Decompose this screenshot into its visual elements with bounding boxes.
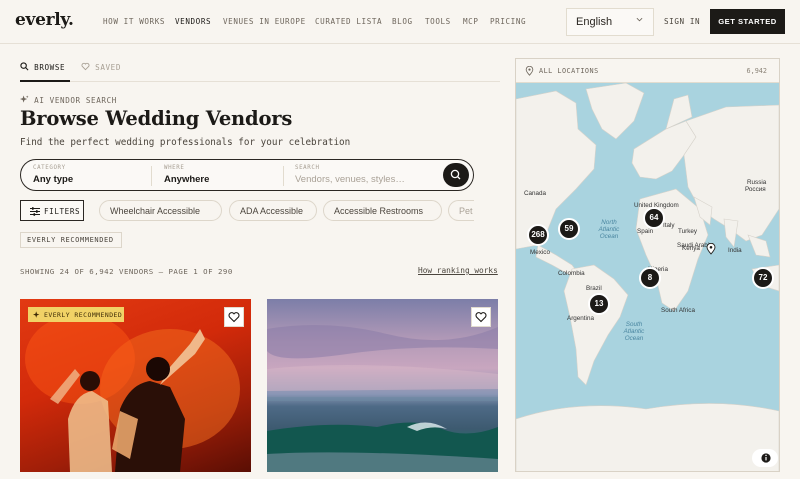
nav-tools[interactable]: TOOLS xyxy=(425,17,451,26)
sliders-icon xyxy=(30,207,40,216)
nav-venues-in-europe[interactable]: VENUES IN EUROPE xyxy=(223,17,306,26)
chip-ada-accessible[interactable]: ADA Accessible xyxy=(229,200,317,221)
search-placeholder: Vendors, venues, styles… xyxy=(295,174,405,185)
map-label: Russia xyxy=(747,179,767,186)
search-icon xyxy=(450,169,461,180)
map-label: Spain xyxy=(637,228,654,235)
map-location-count: 6,942 xyxy=(746,67,767,75)
ai-search-label: AI VENDOR SEARCH xyxy=(20,95,117,105)
location-pin-icon xyxy=(525,66,534,76)
map-label: Kenya xyxy=(682,245,700,252)
search-icon xyxy=(20,62,29,71)
filters-button-label: FILTERS xyxy=(44,207,81,216)
everly-recommended-filter[interactable]: EVERLY RECOMMENDED xyxy=(20,232,122,248)
chip-accessible-restrooms[interactable]: Accessible Restrooms xyxy=(323,200,442,221)
nav-pricing[interactable]: PRICING xyxy=(490,17,526,26)
divider xyxy=(283,166,284,186)
tab-saved[interactable]: SAVED xyxy=(81,62,121,72)
page-subtitle: Find the perfect wedding professionals f… xyxy=(20,137,351,148)
chip-pet[interactable]: Pet xyxy=(448,200,474,221)
active-tab-indicator xyxy=(20,80,70,82)
save-button[interactable] xyxy=(471,307,491,327)
heart-icon xyxy=(475,312,487,323)
view-tabs: BROWSE SAVED xyxy=(20,58,500,82)
vendor-map[interactable]: ALL LOCATIONS 6,942 United Kingdom Russi… xyxy=(515,58,780,472)
filters-button[interactable]: FILTERS xyxy=(20,200,84,221)
search-button[interactable] xyxy=(443,163,469,187)
map-pin-icon[interactable] xyxy=(706,243,716,255)
where-field[interactable]: WHERE Anywhere xyxy=(164,165,209,185)
map-cluster[interactable]: 64 xyxy=(643,207,665,229)
tab-saved-label: SAVED xyxy=(95,63,122,72)
page-title: Browse Wedding Vendors xyxy=(20,107,293,130)
map-info-button[interactable] xyxy=(752,449,778,467)
nav-how-it-works[interactable]: HOW IT WORKS xyxy=(103,17,165,26)
vendor-card[interactable]: EVERLY RECOMMENDED xyxy=(20,299,251,472)
divider xyxy=(151,166,152,186)
everly-recommended-badge: EVERLY RECOMMENDED xyxy=(28,307,124,322)
nav-blog[interactable]: BLOG xyxy=(392,17,413,26)
tab-browse-label: BROWSE xyxy=(34,63,66,72)
ocean-label: South Atlantic Ocean xyxy=(623,321,645,342)
vendor-card[interactable] xyxy=(267,299,498,472)
heart-icon xyxy=(81,62,90,71)
save-button[interactable] xyxy=(224,307,244,327)
category-label: CATEGORY xyxy=(33,165,66,171)
heart-icon xyxy=(228,312,240,323)
map-label: India xyxy=(728,247,742,254)
map-label: Mexico xyxy=(530,249,550,256)
map-header: ALL LOCATIONS 6,942 xyxy=(516,59,779,83)
language-select[interactable]: English xyxy=(566,8,654,36)
how-ranking-works-link[interactable]: How ranking works xyxy=(418,266,498,275)
map-cluster[interactable]: 8 xyxy=(639,267,661,289)
ocean-label: North Atlantic Ocean xyxy=(598,219,620,240)
map-label: Brazil xyxy=(586,285,602,292)
sparkle-icon xyxy=(33,310,40,318)
language-value: English xyxy=(576,16,613,28)
map-label: Canada xyxy=(524,190,547,197)
map-cluster[interactable]: 72 xyxy=(752,267,774,289)
sign-in-link[interactable]: SIGN IN xyxy=(664,17,700,26)
map-header-label: ALL LOCATIONS xyxy=(539,67,599,75)
top-navigation: everly. HOW IT WORKS VENDORS VENUES IN E… xyxy=(0,0,800,44)
vendor-photo xyxy=(267,325,498,472)
map-label: South Africa xyxy=(661,307,695,314)
ai-search-text: AI VENDOR SEARCH xyxy=(34,96,117,105)
badge-text: EVERLY RECOMMENDED xyxy=(44,310,123,319)
get-started-button[interactable]: GET STARTED xyxy=(710,9,785,34)
category-value: Any type xyxy=(33,174,74,185)
nav-vendors[interactable]: VENDORS xyxy=(175,17,211,26)
chip-wheelchair-accessible[interactable]: Wheelchair Accessible xyxy=(99,200,222,221)
where-label: WHERE xyxy=(164,165,185,171)
results-count: SHOWING 24 OF 6,942 VENDORS — PAGE 1 OF … xyxy=(20,267,233,276)
map-label: Россия xyxy=(745,186,766,193)
search-input[interactable]: SEARCH Vendors, venues, styles… xyxy=(295,165,405,185)
map-cluster[interactable]: 268 xyxy=(527,224,549,246)
map-cluster[interactable]: 59 xyxy=(558,218,580,240)
nav-curated-lista[interactable]: CURATED LISTA xyxy=(315,17,382,26)
map-label: Colombia xyxy=(558,270,585,277)
category-field[interactable]: CATEGORY Any type xyxy=(33,165,73,185)
map-cluster[interactable]: 13 xyxy=(588,293,610,315)
tab-browse[interactable]: BROWSE xyxy=(20,62,65,72)
nav-mcp[interactable]: MCP xyxy=(463,17,479,26)
search-label: SEARCH xyxy=(295,165,320,171)
map-label: Italy xyxy=(663,222,675,229)
logo[interactable]: everly. xyxy=(15,10,74,30)
where-value: Anywhere xyxy=(164,174,210,185)
map-label: Argentina xyxy=(567,315,594,322)
chevron-down-icon xyxy=(636,17,643,22)
info-icon xyxy=(761,453,771,463)
sparkle-icon xyxy=(20,95,29,103)
vendor-photo xyxy=(25,314,240,472)
vendor-search-bar: CATEGORY Any type WHERE Anywhere SEARCH … xyxy=(20,159,474,191)
map-label: Turkey xyxy=(678,228,698,235)
